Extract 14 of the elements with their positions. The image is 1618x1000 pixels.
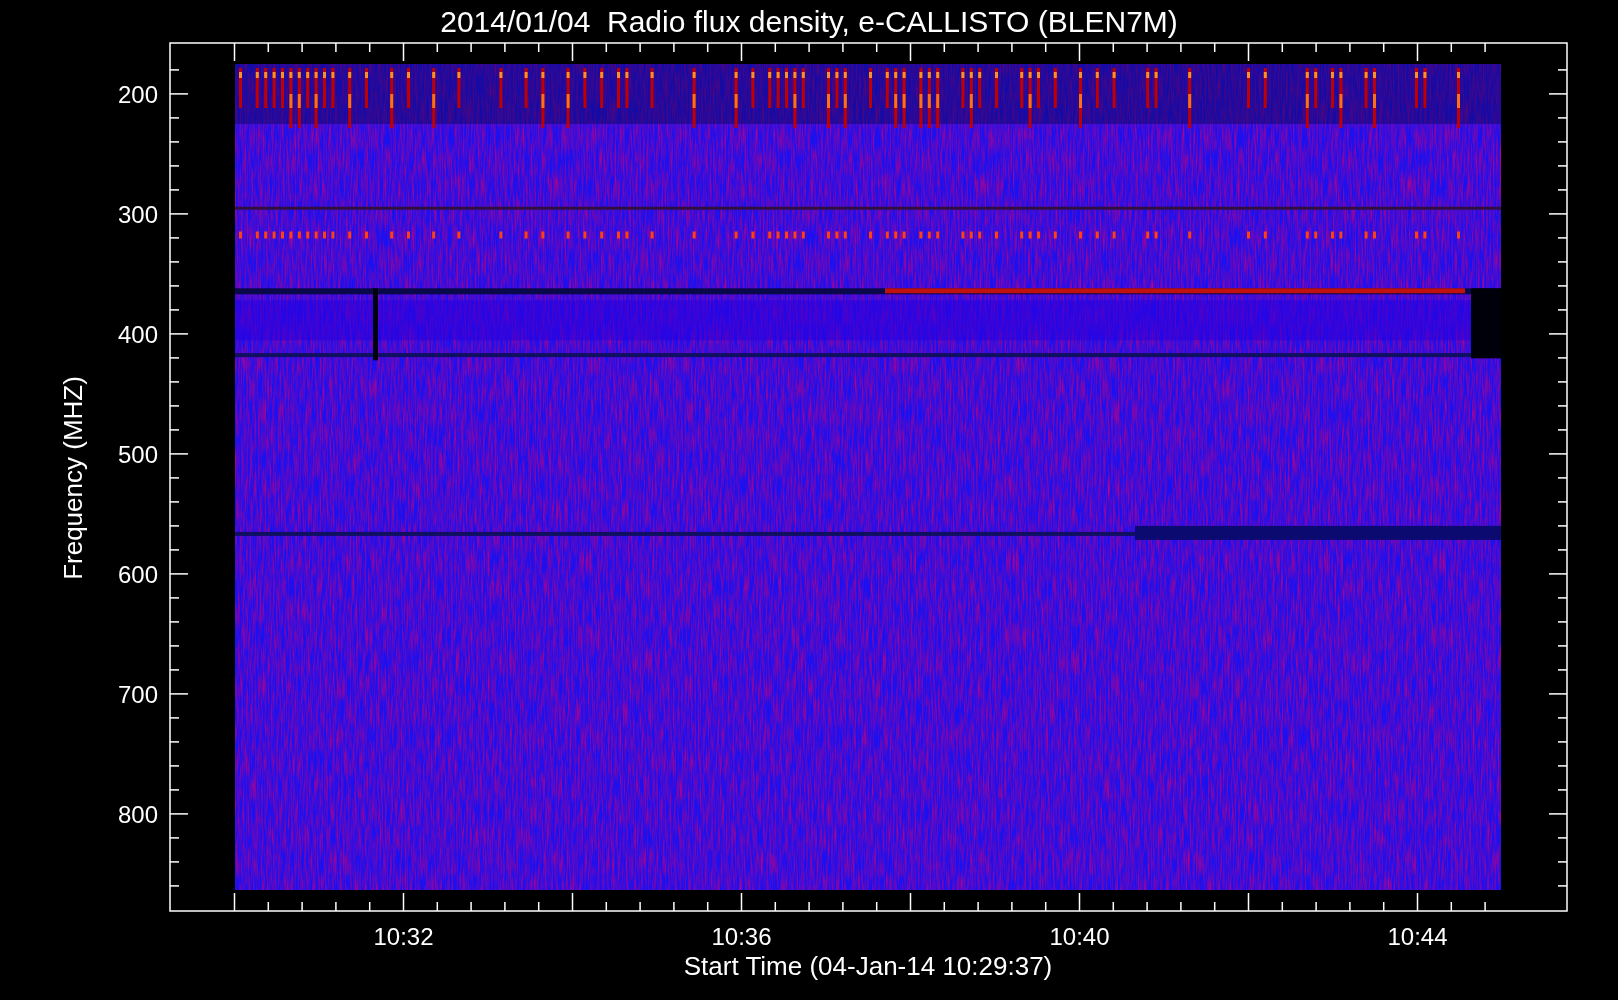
x-axis-label: Start Time (04-Jan-14 10:29:37) [683,951,1053,981]
y-tick-label: 200 [117,80,158,108]
x-tick-label: 10:36 [711,923,772,950]
y-tick-label: 300 [117,200,158,228]
y-tick-label: 600 [117,560,158,588]
y-tick-label: 500 [117,440,158,468]
y-tick-label: 400 [117,320,158,348]
chart-title: 2014/01/04 Radio flux density, e-CALLISTO (BLEN7M) [440,5,1178,38]
y-tick-label: 700 [117,680,158,708]
y-axis-label: Frequency (MHZ) [58,376,88,580]
x-tick-label: 10:32 [373,923,434,950]
x-tick-label: 10:44 [1387,923,1448,950]
x-tick-label: 10:40 [1049,923,1110,950]
y-tick-label: 800 [117,800,158,828]
